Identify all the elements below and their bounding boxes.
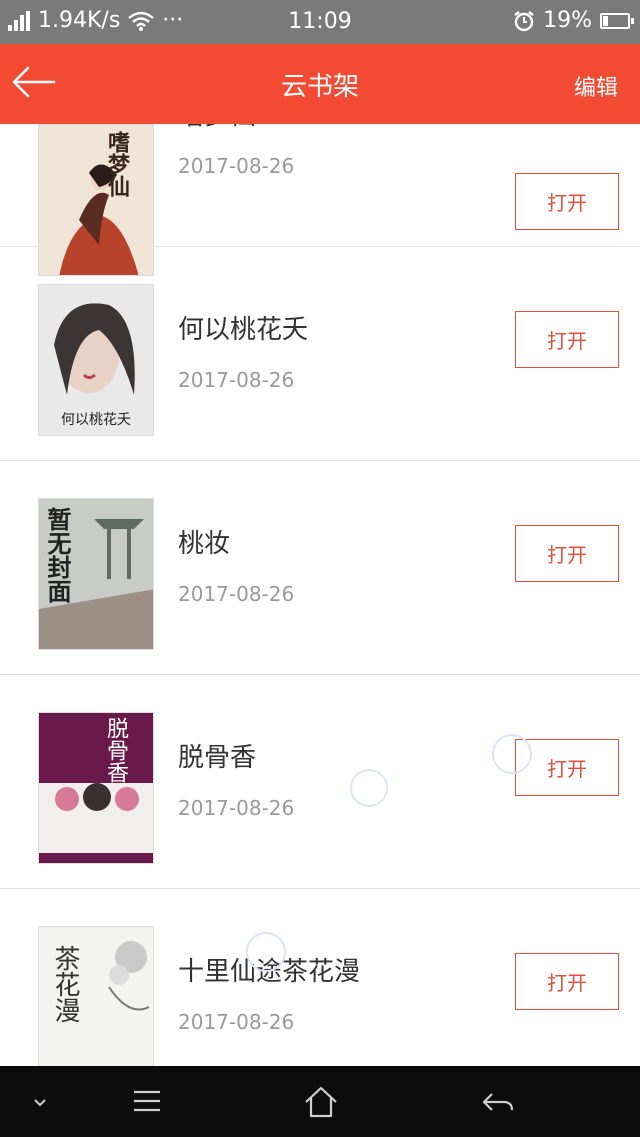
book-date: 2017-08-26 <box>178 1010 295 1034</box>
cover-title-text: 脱骨香 <box>103 717 128 783</box>
cover-title-text: 何以桃花夭 <box>61 412 131 428</box>
book-cover[interactable]: 暂无封面 <box>38 498 154 650</box>
battery-icon <box>600 12 634 29</box>
back-button[interactable] <box>10 62 60 106</box>
book-date: 2017-08-26 <box>178 796 295 820</box>
chevron-down-icon <box>34 1099 46 1107</box>
open-button[interactable]: 打开 <box>515 525 619 582</box>
book-cover[interactable]: 何以桃花夭 <box>38 284 154 436</box>
cover-title-text: 茶花漫 <box>50 945 80 1023</box>
system-nav-bar <box>0 1066 640 1137</box>
status-bar: 1.94K/s ··· 11:09 19% <box>0 0 640 44</box>
open-button[interactable]: 打开 <box>515 311 619 368</box>
book-date: 2017-08-26 <box>178 368 295 392</box>
battery-percent: 19% <box>543 8 592 33</box>
app-header: 云书架 编辑 <box>0 44 640 124</box>
cover-title-text: 暂无封面 <box>43 507 72 603</box>
arrow-left-icon <box>12 66 56 98</box>
book-title: 嗜梦仙 <box>178 124 256 132</box>
nav-menu-button[interactable] <box>122 1080 172 1124</box>
book-date: 2017-08-26 <box>178 154 295 178</box>
touch-ripple <box>492 734 532 774</box>
menu-icon <box>134 1090 160 1112</box>
alarm-icon <box>514 10 534 31</box>
book-list[interactable]: 嗜梦仙 嗜梦仙 2017-08-26 打开 何以桃花夭 何以桃花夭 2017-0… <box>0 124 640 1066</box>
cover-art <box>39 713 153 863</box>
touch-ripple <box>246 932 286 972</box>
book-item[interactable]: 嗜梦仙 嗜梦仙 2017-08-26 打开 <box>0 124 640 276</box>
book-item[interactable]: 茶花漫 十里仙途茶花漫 2017-08-26 打开 <box>0 889 640 1066</box>
open-button[interactable]: 打开 <box>515 173 619 230</box>
nav-home-button[interactable] <box>296 1080 346 1124</box>
book-title: 何以桃花夭 <box>178 315 309 345</box>
book-cover[interactable]: 脱骨香 <box>38 712 154 864</box>
book-date: 2017-08-26 <box>178 582 295 606</box>
book-title: 桃妆 <box>178 529 231 559</box>
status-right: 19% <box>513 8 634 33</box>
book-item[interactable]: 何以桃花夭 何以桃花夭 2017-08-26 打开 <box>0 247 640 461</box>
touch-ripple <box>350 769 388 807</box>
edit-button[interactable]: 编辑 <box>574 70 618 102</box>
nav-down-button[interactable] <box>16 1080 66 1124</box>
book-cover[interactable]: 茶花漫 <box>38 926 154 1066</box>
nav-back-button[interactable] <box>472 1080 522 1124</box>
book-item[interactable]: 脱骨香 脱骨香 2017-08-26 打开 <box>0 675 640 889</box>
open-button[interactable]: 打开 <box>515 953 619 1010</box>
page-title: 云书架 <box>280 72 359 102</box>
cover-title-text: 嗜梦仙 <box>104 131 130 197</box>
book-list-scroll: 嗜梦仙 嗜梦仙 2017-08-26 打开 何以桃花夭 何以桃花夭 2017-0… <box>0 124 640 1066</box>
book-item[interactable]: 暂无封面 桃妆 2017-08-26 打开 <box>0 461 640 675</box>
book-title: 脱骨香 <box>178 743 257 773</box>
battery-level <box>603 15 608 26</box>
home-icon <box>305 1086 337 1118</box>
return-icon <box>482 1093 514 1111</box>
